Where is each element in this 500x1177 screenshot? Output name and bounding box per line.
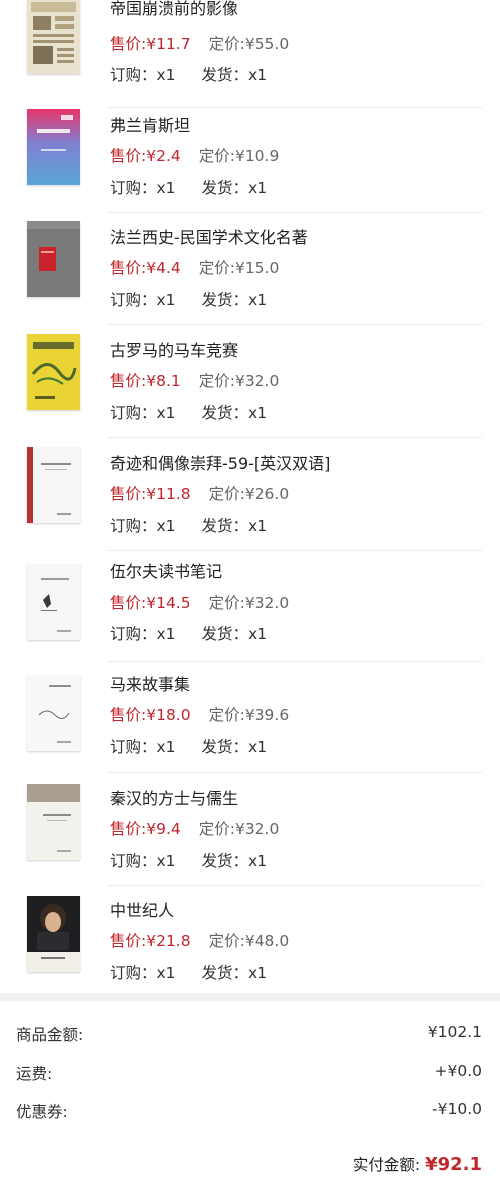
ship-quantity: 发货：x1 (201, 517, 268, 535)
shipping-fee-row: 运费: +¥0.0 (0, 1058, 500, 1088)
book-title[interactable]: 秦汉的方士与儒生 (110, 785, 238, 809)
order-quantity: 订购：x1 (110, 179, 176, 197)
book-cover-image[interactable] (27, 221, 80, 297)
order-item[interactable]: 中世纪人 售价:¥21.8 定价:¥48.0 订购：x1 发货：x1 (0, 886, 500, 998)
paid-amount-value: ¥92.1 (425, 1154, 482, 1175)
sale-price: 售价:¥9.4 (110, 820, 181, 838)
book-title[interactable]: 伍尔夫读书笔记 (110, 558, 222, 582)
book-title[interactable]: 中世纪人 (110, 897, 174, 921)
goods-amount-label: 商品金额: (16, 1026, 84, 1044)
order-item[interactable]: 帝国崩溃前的影像 售价:¥11.7 定价:¥55.0 订购：x1 发货：x1 (0, 0, 500, 108)
price-row: 售价:¥11.8 定价:¥26.0 (110, 482, 289, 504)
order-quantity: 订购：x1 (110, 291, 176, 309)
ship-quantity: 发货：x1 (201, 964, 268, 982)
order-quantity: 订购：x1 (110, 404, 176, 422)
book-title[interactable]: 奇迹和偶像崇拜-59-[英汉双语] (110, 450, 330, 474)
sale-price: 售价:¥11.8 (110, 485, 191, 503)
sale-price: 售价:¥21.8 (110, 932, 191, 950)
ship-quantity: 发货：x1 (201, 404, 268, 422)
quantity-row: 订购：x1 发货：x1 (110, 622, 267, 644)
quantity-row: 订购：x1 发货：x1 (110, 401, 267, 423)
ship-quantity: 发货：x1 (201, 66, 268, 84)
book-cover-image[interactable] (27, 675, 80, 751)
goods-amount-row: 商品金额: ¥102.1 (0, 1019, 500, 1049)
price-row: 售价:¥18.0 定价:¥39.6 (110, 703, 289, 725)
order-item[interactable]: 弗兰肯斯坦 售价:¥2.4 定价:¥10.9 订购：x1 发货：x1 (0, 101, 500, 213)
list-price: 定价:¥48.0 (208, 932, 290, 950)
ship-quantity: 发货：x1 (201, 625, 268, 643)
quantity-row: 订购：x1 发货：x1 (110, 288, 267, 310)
price-row: 售价:¥9.4 定价:¥32.0 (110, 817, 279, 839)
sale-price: 售价:¥2.4 (110, 147, 181, 165)
list-price: 定价:¥32.0 (198, 372, 280, 390)
sale-price: 售价:¥18.0 (110, 706, 191, 724)
list-price: 定价:¥32.0 (198, 820, 280, 838)
order-item[interactable]: 奇迹和偶像崇拜-59-[英汉双语] 售价:¥11.8 定价:¥26.0 订购：x1… (0, 439, 500, 551)
section-divider (0, 993, 500, 1001)
book-title[interactable]: 马来故事集 (110, 671, 190, 695)
list-price: 定价:¥55.0 (208, 35, 290, 53)
ship-quantity: 发货：x1 (201, 179, 268, 197)
book-title[interactable]: 帝国崩溃前的影像 (110, 0, 238, 19)
list-price: 定价:¥39.6 (208, 706, 290, 724)
price-row: 售价:¥14.5 定价:¥32.0 (110, 591, 289, 613)
divider (108, 772, 482, 773)
order-quantity: 订购：x1 (110, 964, 176, 982)
divider (108, 324, 482, 325)
book-cover-image[interactable] (27, 0, 80, 74)
sale-price: 售价:¥14.5 (110, 594, 191, 612)
price-row: 售价:¥2.4 定价:¥10.9 (110, 144, 279, 166)
order-quantity: 订购：x1 (110, 517, 176, 535)
book-cover-image[interactable] (27, 564, 80, 640)
list-price: 定价:¥10.9 (198, 147, 280, 165)
order-quantity: 订购：x1 (110, 852, 176, 870)
quantity-row: 订购：x1 发货：x1 (110, 849, 267, 871)
order-quantity: 订购：x1 (110, 738, 176, 756)
list-price: 定价:¥15.0 (198, 259, 280, 277)
shipping-fee-label: 运费: (16, 1065, 53, 1083)
quantity-row: 订购：x1 发货：x1 (110, 176, 267, 198)
quantity-row: 订购：x1 发货：x1 (110, 961, 267, 983)
book-cover-image[interactable] (27, 784, 80, 860)
goods-amount-value: ¥102.1 (427, 1023, 482, 1041)
order-item[interactable]: 秦汉的方士与儒生 售价:¥9.4 定价:¥32.0 订购：x1 发货：x1 (0, 774, 500, 886)
order-item[interactable]: 马来故事集 售价:¥18.0 定价:¥39.6 订购：x1 发货：x1 (0, 661, 500, 773)
list-price: 定价:¥32.0 (208, 594, 290, 612)
price-row: 售价:¥8.1 定价:¥32.0 (110, 369, 279, 391)
coupon-value: -¥10.0 (432, 1100, 482, 1118)
book-cover-image[interactable] (27, 109, 80, 185)
price-row: 售价:¥4.4 定价:¥15.0 (110, 256, 279, 278)
shipping-fee-value: +¥0.0 (434, 1062, 483, 1080)
divider (108, 437, 482, 438)
paid-amount-row: 实付金额: ¥92.1 (353, 1153, 482, 1175)
quantity-row: 订购：x1 发货：x1 (110, 735, 267, 757)
order-quantity: 订购：x1 (110, 625, 176, 643)
quantity-row: 订购：x1 发货：x1 (110, 63, 267, 85)
book-cover-image[interactable] (27, 334, 80, 410)
ship-quantity: 发货：x1 (201, 852, 268, 870)
coupon-row: 优惠券: -¥10.0 (0, 1096, 500, 1126)
order-item[interactable]: 伍尔夫读书笔记 售价:¥14.5 定价:¥32.0 订购：x1 发货：x1 (0, 550, 500, 662)
ship-quantity: 发货：x1 (201, 291, 268, 309)
list-price: 定价:¥26.0 (208, 485, 290, 503)
book-title[interactable]: 古罗马的马车竞赛 (110, 337, 238, 361)
order-quantity: 订购：x1 (110, 66, 176, 84)
price-row: 售价:¥11.7 定价:¥55.0 (110, 32, 289, 54)
price-row: 售价:¥21.8 定价:¥48.0 (110, 929, 289, 951)
order-item[interactable]: 法兰西史-民国学术文化名著 售价:¥4.4 定价:¥15.0 订购：x1 发货：x1 (0, 213, 500, 325)
paid-amount-label: 实付金额: (352, 1156, 421, 1174)
book-title[interactable]: 法兰西史-民国学术文化名著 (110, 224, 308, 248)
quantity-row: 订购：x1 发货：x1 (110, 514, 267, 536)
sale-price: 售价:¥4.4 (110, 259, 181, 277)
order-item[interactable]: 古罗马的马车竞赛 售价:¥8.1 定价:¥32.0 订购：x1 发货：x1 (0, 326, 500, 438)
ship-quantity: 发货：x1 (201, 738, 268, 756)
book-cover-image[interactable] (27, 896, 80, 972)
sale-price: 售价:¥8.1 (110, 372, 181, 390)
coupon-label: 优惠券: (16, 1103, 68, 1121)
sale-price: 售价:¥11.7 (110, 35, 191, 53)
book-title[interactable]: 弗兰肯斯坦 (110, 112, 190, 136)
book-cover-image[interactable] (27, 447, 80, 523)
